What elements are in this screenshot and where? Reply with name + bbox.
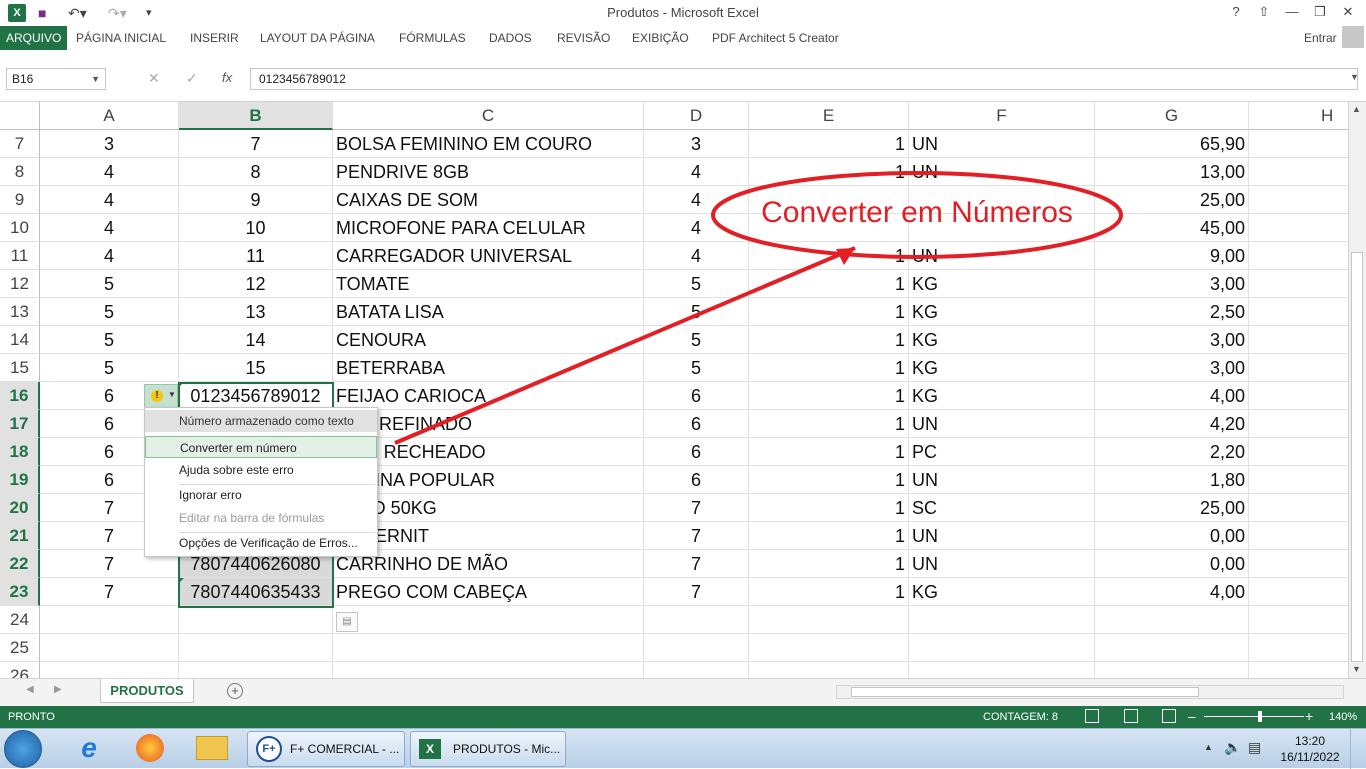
fcomercial-icon: F+: [256, 736, 282, 762]
help-icon[interactable]: ?: [1222, 2, 1250, 22]
menu-item-edit-formula-bar: Editar na barra de fórmulas: [179, 511, 325, 525]
chevron-down-icon[interactable]: ▼: [91, 69, 100, 89]
volume-icon[interactable]: 🔈: [1224, 739, 1241, 756]
annotation-overlay: [394, 171, 1123, 445]
file-explorer-icon[interactable]: [196, 736, 228, 760]
page-layout-icon[interactable]: [1124, 709, 1138, 723]
scroll-up-icon[interactable]: ▲: [1352, 104, 1361, 114]
network-icon[interactable]: ▤: [1248, 739, 1261, 756]
menu-header: Número armazenado como texto: [145, 410, 377, 432]
menu-item-help[interactable]: Ajuda sobre este erro: [145, 459, 377, 481]
show-desktop-button[interactable]: [1350, 729, 1366, 769]
user-avatar-icon[interactable]: [1342, 26, 1364, 48]
name-box[interactable]: B16 ▼: [6, 68, 106, 90]
restore-button[interactable]: ❐: [1306, 2, 1334, 22]
sheet-tab-produtos[interactable]: PRODUTOS: [100, 679, 194, 703]
tab-revisao[interactable]: REVISÃO: [551, 26, 616, 50]
start-button[interactable]: [4, 730, 42, 768]
ribbon-tabs: ARQUIVO PÁGINA INICIAL INSERIR LAYOUT DA…: [0, 26, 1366, 50]
firefox-icon[interactable]: [136, 734, 164, 762]
tray-expand-icon[interactable]: ▲: [1204, 742, 1213, 752]
zoom-in-icon[interactable]: +: [1305, 708, 1313, 724]
menu-item-error-options[interactable]: Opções de Verificação de Erros...: [145, 532, 377, 554]
cancel-icon[interactable]: ✕: [148, 70, 160, 87]
clock-date[interactable]: 16/11/2022: [1276, 750, 1344, 764]
internet-explorer-icon[interactable]: e: [74, 733, 104, 763]
worksheet-grid[interactable]: A B C D E F G H 7 3 7 BOLSA FEMININO EM COU…: [0, 102, 1348, 678]
name-box-value: B16: [12, 72, 34, 86]
tab-pagina-inicial[interactable]: PÁGINA INICIAL: [70, 26, 172, 50]
menu-item-ignore[interactable]: Ignorar erro: [145, 484, 377, 506]
scroll-down-icon[interactable]: ▼: [1352, 664, 1361, 674]
annotation-text: Converter em Números: [761, 196, 1073, 229]
tab-dados[interactable]: DADOS: [483, 26, 538, 50]
window-title: Produtos - Microsoft Excel: [607, 5, 759, 20]
excel-taskbar-icon: X: [419, 739, 441, 759]
close-button[interactable]: ✕: [1334, 2, 1362, 22]
zoom-out-icon[interactable]: –: [1188, 708, 1196, 724]
next-sheet-icon[interactable]: ▶: [54, 684, 62, 695]
prev-sheet-icon[interactable]: ◀: [26, 684, 34, 695]
ribbon-display-icon[interactable]: ⇧: [1250, 2, 1278, 22]
zoom-slider[interactable]: [1204, 716, 1304, 717]
taskbar-button-label: F+ COMERCIAL - ...: [290, 742, 400, 756]
tab-arquivo[interactable]: ARQUIVO: [0, 26, 68, 50]
error-context-menu: Número armazenado como texto Converter e…: [144, 407, 378, 557]
status-count: CONTAGEM: 8: [983, 711, 1058, 723]
add-sheet-icon[interactable]: +: [227, 683, 243, 699]
menu-item-convert-to-number[interactable]: Converter em número: [145, 436, 377, 458]
vertical-scrollbar[interactable]: ▲ ▼: [1348, 102, 1366, 678]
tab-inserir[interactable]: INSERIR: [184, 26, 245, 50]
taskbar-button-excel[interactable]: X PRODUTOS - Mic...: [410, 731, 566, 767]
hscroll-thumb[interactable]: [851, 687, 1199, 697]
formula-bar: B16 ▼ ✕ ✓ fx 0123456789012 ▼: [0, 50, 1366, 102]
sheet-tab-bar: ◀ ▶ PRODUTOS +: [0, 678, 1366, 706]
scroll-thumb[interactable]: [1351, 252, 1363, 662]
status-mode: PRONTO: [8, 711, 55, 723]
zoom-level[interactable]: 140%: [1329, 711, 1357, 723]
tab-formulas[interactable]: FÓRMULAS: [393, 26, 472, 50]
minimize-button[interactable]: —: [1278, 2, 1306, 22]
horizontal-scrollbar[interactable]: [836, 685, 1344, 699]
sign-in-link[interactable]: Entrar: [1304, 31, 1337, 45]
tab-pdf-architect[interactable]: PDF Architect 5 Creator: [706, 26, 845, 50]
title-bar: X ■ ↶▾ ↷▾ ▾ Produtos - Microsoft Excel ?…: [0, 0, 1366, 26]
zoom-slider-thumb[interactable]: [1258, 711, 1262, 722]
tab-layout[interactable]: LAYOUT DA PÁGINA: [254, 26, 381, 50]
annotation-arrow: [394, 246, 856, 445]
enter-icon[interactable]: ✓: [186, 70, 198, 87]
page-break-icon[interactable]: [1162, 709, 1176, 723]
clock-time[interactable]: 13:20: [1282, 734, 1338, 748]
formula-input[interactable]: 0123456789012: [250, 68, 1358, 90]
taskbar: e F+ F+ COMERCIAL - ... X PRODUTOS - Mic…: [0, 728, 1366, 769]
tab-exibicao[interactable]: EXIBIÇÃO: [626, 26, 695, 50]
insert-function-icon[interactable]: fx: [222, 70, 232, 85]
expand-formula-icon[interactable]: ▼: [1350, 72, 1359, 82]
taskbar-button-label: PRODUTOS - Mic...: [453, 742, 561, 756]
taskbar-button-fcomercial[interactable]: F+ F+ COMERCIAL - ...: [247, 731, 405, 767]
normal-view-icon[interactable]: [1085, 709, 1099, 723]
status-bar: PRONTO CONTAGEM: 8 – + 140%: [0, 706, 1366, 728]
